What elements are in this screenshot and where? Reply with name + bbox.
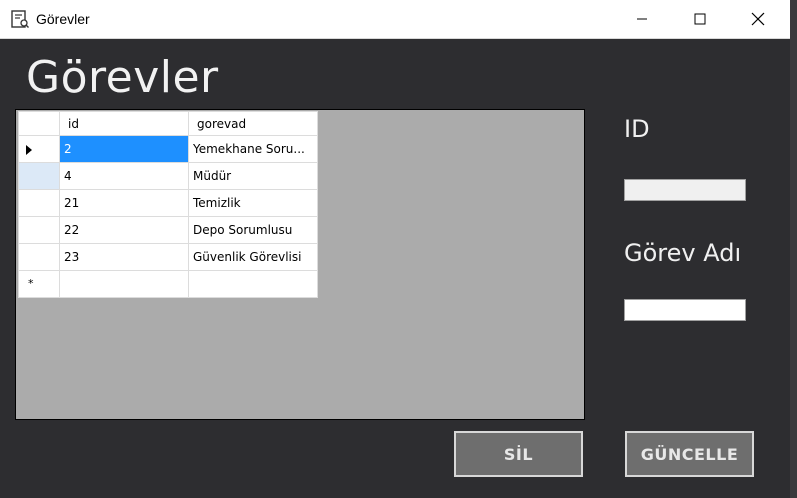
title-bar[interactable]: Görevler — [0, 0, 790, 39]
gorev-adi-field[interactable] — [624, 299, 746, 321]
cell-id[interactable]: 21 — [59, 189, 189, 217]
row-header[interactable] — [18, 162, 60, 190]
minimize-icon — [637, 18, 647, 20]
delete-button[interactable]: SİL — [454, 431, 583, 477]
column-header-gorevad[interactable]: gorevad — [188, 111, 318, 136]
cell-gorevad-new[interactable] — [188, 270, 318, 298]
close-icon — [751, 12, 765, 26]
update-button[interactable]: GÜNCELLE — [625, 431, 754, 477]
row-header[interactable] — [18, 243, 60, 271]
background-window-edge — [790, 0, 797, 498]
table-row[interactable]: 23 Güvenlik Görevlisi — [18, 243, 318, 271]
cell-gorevad[interactable]: Güvenlik Görevlisi — [188, 243, 318, 271]
cell-id-new[interactable] — [59, 270, 189, 298]
row-header[interactable]: * — [18, 270, 60, 298]
data-table: id gorevad 2 Yemekhane Soru... 4 Müdür 2… — [18, 111, 318, 298]
header-row: id gorevad — [18, 111, 318, 136]
row-header[interactable] — [18, 189, 60, 217]
new-row-marker: * — [28, 277, 34, 290]
data-grid[interactable]: id gorevad 2 Yemekhane Soru... 4 Müdür 2… — [15, 109, 585, 420]
row-header[interactable] — [18, 135, 60, 163]
table-row[interactable]: 22 Depo Sorumlusu — [18, 216, 318, 244]
column-header-id[interactable]: id — [59, 111, 189, 136]
cell-gorevad[interactable]: Depo Sorumlusu — [188, 216, 318, 244]
main-window: Görevler Görevler id gorevad 2 Yemekhane… — [0, 0, 791, 498]
id-label: ID — [624, 115, 650, 143]
minimize-button[interactable] — [619, 0, 665, 38]
current-row-arrow-icon — [26, 145, 32, 155]
cell-gorevad[interactable]: Yemekhane Soru... — [188, 135, 318, 163]
maximize-icon — [694, 13, 706, 25]
row-header[interactable] — [18, 216, 60, 244]
cell-id[interactable]: 22 — [59, 216, 189, 244]
id-field[interactable] — [624, 179, 746, 201]
close-button[interactable] — [735, 0, 781, 38]
form-icon — [11, 10, 29, 28]
new-row[interactable]: * — [18, 270, 318, 298]
page-title: Görevler — [26, 52, 219, 103]
cell-id[interactable]: 2 — [59, 135, 189, 163]
cell-gorevad[interactable]: Müdür — [188, 162, 318, 190]
gorev-adi-label: Görev Adı — [624, 239, 742, 267]
table-row[interactable]: 21 Temizlik — [18, 189, 318, 217]
cell-gorevad[interactable]: Temizlik — [188, 189, 318, 217]
window-title: Görevler — [36, 11, 90, 27]
row-header-corner[interactable] — [18, 111, 60, 136]
table-row[interactable]: 4 Müdür — [18, 162, 318, 190]
maximize-button[interactable] — [677, 0, 723, 38]
cell-id[interactable]: 23 — [59, 243, 189, 271]
cell-id[interactable]: 4 — [59, 162, 189, 190]
table-row[interactable]: 2 Yemekhane Soru... — [18, 135, 318, 163]
